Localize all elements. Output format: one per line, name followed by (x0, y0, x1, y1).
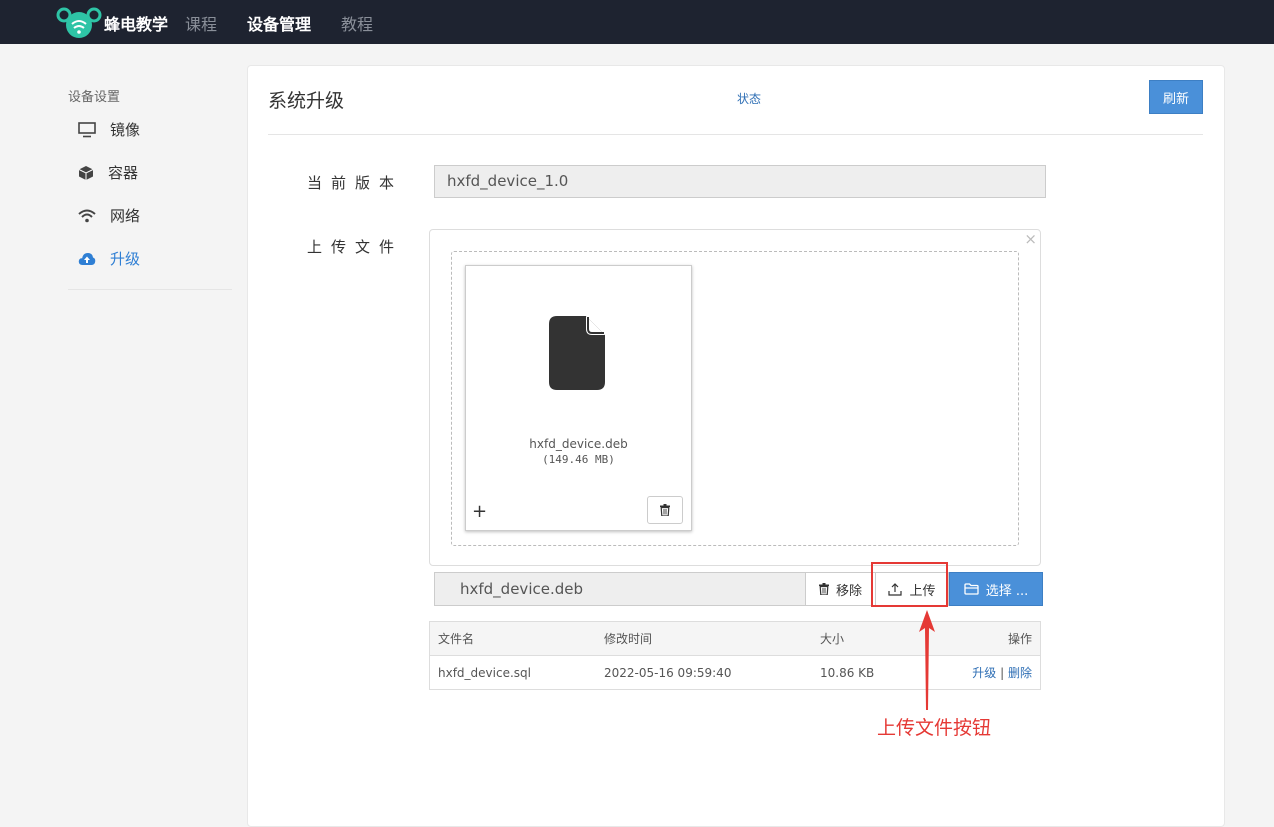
preview-file-size: (149.46 MB) (542, 453, 615, 466)
sidebar-item-container[interactable]: 容器 (78, 162, 138, 183)
preview-file-name: hxfd_device.deb (529, 437, 628, 451)
file-icon (549, 316, 605, 390)
modified-time-cell: 2022-05-16 09:59:40 (596, 655, 812, 690)
remove-button[interactable]: 移除 (805, 572, 876, 606)
current-version-field: hxfd_device_1.0 (434, 165, 1046, 198)
delete-link[interactable]: 删除 (1008, 666, 1032, 680)
page-title: 系统升级 (268, 90, 345, 112)
upgrade-link[interactable]: 升级 (972, 666, 996, 680)
sidebar-item-image[interactable]: 镜像 (78, 119, 140, 140)
uploaded-files-table: 文件名 修改时间 大小 操作 hxfd_device.sql 2022-05-1… (429, 621, 1041, 690)
sidebar-heading: 设备设置 (68, 90, 121, 105)
cube-icon (78, 165, 94, 180)
action-separator: | (1000, 666, 1005, 680)
top-navbar: 蜂电教学 课程 设备管理 教程 (0, 0, 1274, 44)
remove-button-label: 移除 (835, 583, 862, 599)
nav-courses[interactable]: 课程 (185, 11, 217, 35)
brand-name[interactable]: 蜂电教学 (104, 11, 168, 35)
status-link[interactable]: 状态 (737, 90, 761, 107)
main-panel: 系统升级 状态 刷新 当前版本 hxfd_device_1.0 上传文件 × h… (247, 65, 1225, 827)
file-upload-preview: × hxfd_device.deb (149.46 MB) + (429, 229, 1041, 566)
close-icon[interactable]: × (1024, 230, 1037, 248)
table-row: hxfd_device.sql 2022-05-16 09:59:40 10.8… (429, 655, 1041, 690)
monitor-icon (78, 121, 96, 137)
annotation-highlight-box (871, 562, 948, 607)
sidebar-item-label: 镜像 (110, 121, 141, 139)
file-caption-field[interactable]: hxfd_device.deb (434, 572, 806, 606)
current-version-label: 当前版本 (307, 174, 404, 192)
trash-icon (818, 583, 829, 595)
refresh-button[interactable]: 刷新 (1149, 80, 1203, 114)
cloud-upload-icon (78, 252, 96, 265)
card-delete-button[interactable] (647, 496, 683, 524)
actions-cell: 升级 | 删除 (948, 655, 1041, 690)
folder-icon (964, 583, 979, 595)
sidebar-item-upgrade[interactable]: 升级 (78, 248, 140, 269)
select-button-label: 选择 ... (985, 583, 1029, 599)
file-preview-card: hxfd_device.deb (149.46 MB) + (465, 265, 692, 531)
file-input-group: hxfd_device.deb 移除 上传 选择 ... (434, 572, 1043, 606)
file-name-cell: hxfd_device.sql (429, 655, 596, 690)
plus-icon[interactable]: + (472, 501, 487, 522)
panel-divider (268, 134, 1203, 135)
select-file-button[interactable]: 选择 ... (949, 572, 1043, 606)
nav-tutorials[interactable]: 教程 (341, 11, 373, 35)
trash-icon (660, 504, 670, 516)
sidebar-item-label: 网络 (110, 207, 141, 225)
wifi-icon (78, 209, 96, 222)
sidebar-item-network[interactable]: 网络 (78, 205, 140, 226)
bee-logo-icon[interactable] (56, 3, 102, 41)
sidebar-divider (68, 289, 232, 290)
upload-file-label: 上传文件 (307, 238, 404, 256)
table-header-row: 文件名 修改时间 大小 操作 (429, 621, 1041, 656)
sidebar: 设备设置 镜像 容器 网络 升级 (68, 86, 232, 290)
annotation-arrow-icon (919, 610, 935, 710)
column-header: 文件名 (429, 621, 596, 656)
sidebar-item-label: 容器 (108, 164, 139, 182)
nav-device-management[interactable]: 设备管理 (247, 11, 311, 35)
column-header: 修改时间 (596, 621, 812, 656)
sidebar-item-label: 升级 (110, 250, 141, 268)
column-header: 操作 (948, 621, 1041, 656)
annotation-text: 上传文件按钮 (877, 717, 992, 739)
file-drop-zone[interactable]: hxfd_device.deb (149.46 MB) + (451, 251, 1019, 546)
